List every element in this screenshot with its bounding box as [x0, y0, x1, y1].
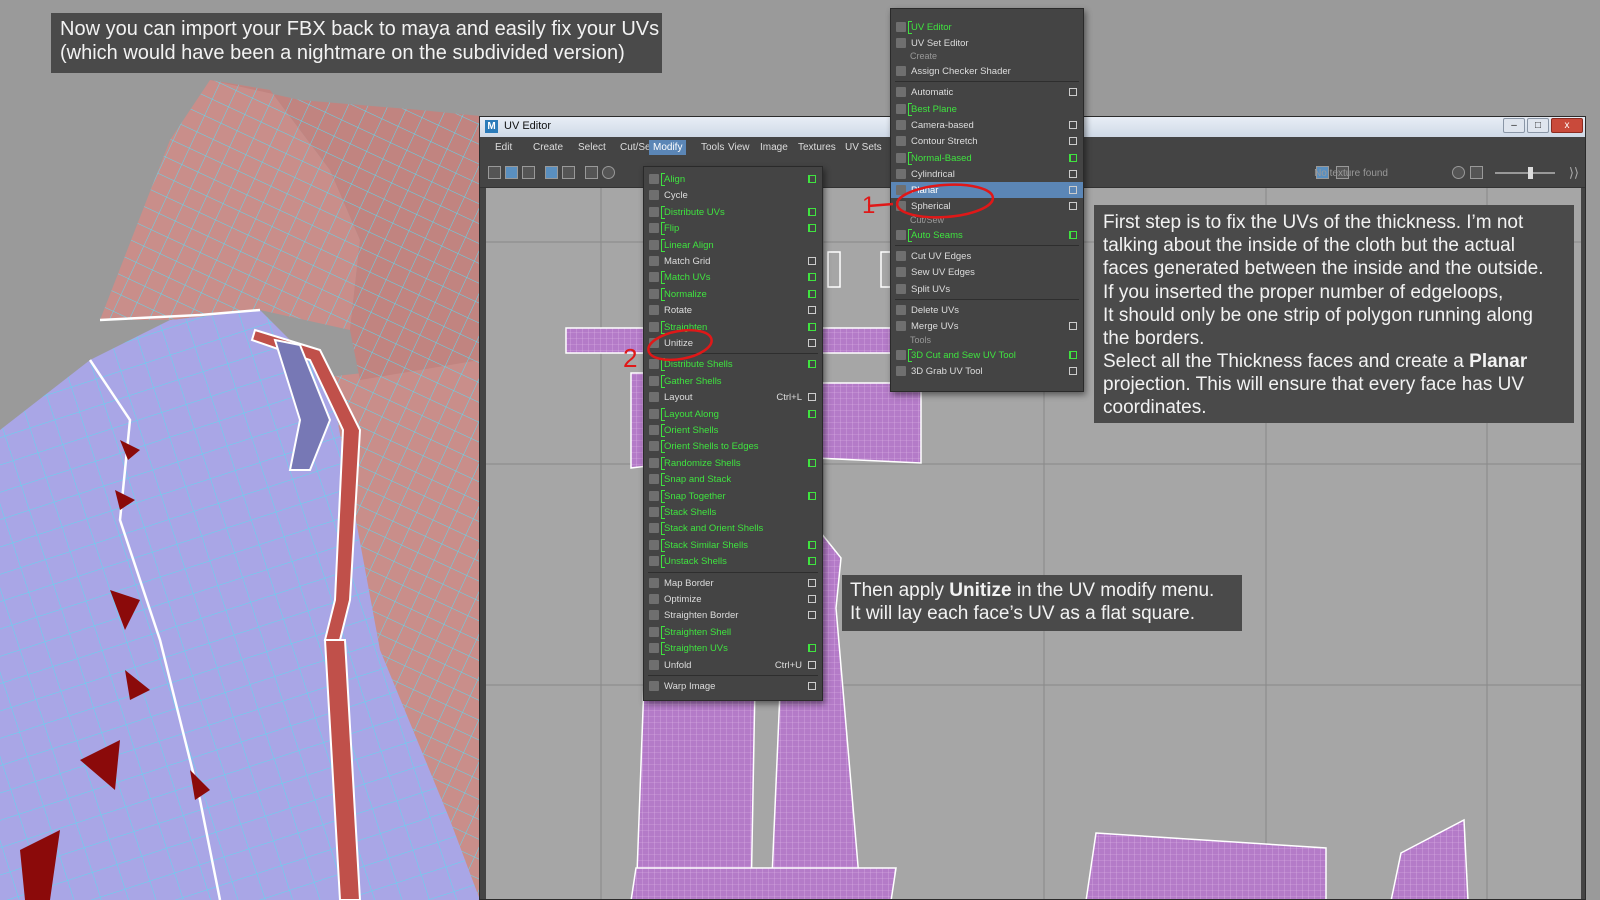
annotation-layer: 1 2	[0, 0, 1600, 900]
annotation-step-2: 2	[623, 343, 637, 373]
annotation-circle-unitize	[646, 326, 714, 365]
annotation-circle-planar	[896, 182, 994, 221]
